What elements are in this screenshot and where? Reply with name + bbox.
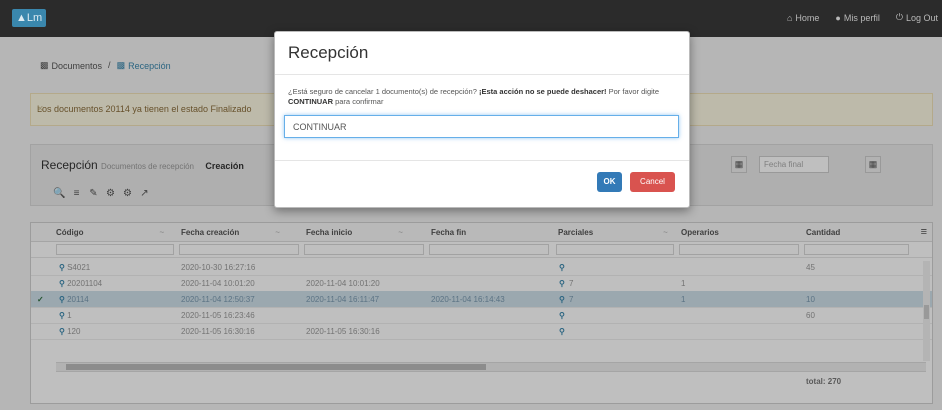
dialog-message: ¿Está seguro de cancelar 1 documento(s) … [288, 87, 660, 106]
divider [275, 160, 689, 161]
brand-logo[interactable]: ▲Lm [12, 9, 47, 27]
power-icon: ⏻ [895, 12, 903, 22]
divider [275, 74, 689, 75]
nav-links: ⌂ Home ● Mis perfil ⏻ Log Out [787, 12, 938, 23]
nav-home-link[interactable]: ⌂ Home [787, 12, 819, 23]
nav-profile-link[interactable]: ● Mis perfil [835, 12, 879, 23]
confirm-dialog: Recepción ¿Está seguro de cancelar 1 doc… [274, 31, 690, 208]
nav-logout-link[interactable]: ⏻ Log Out [896, 12, 938, 23]
brand-name: Lm [26, 12, 43, 24]
home-icon: ⌂ [786, 12, 793, 23]
user-icon: ● [835, 12, 841, 23]
dialog-title: Recepción [288, 43, 369, 62]
ok-button[interactable]: OK [597, 172, 622, 192]
confirm-input[interactable] [284, 115, 679, 138]
cancel-button[interactable]: Cancel [630, 172, 675, 192]
